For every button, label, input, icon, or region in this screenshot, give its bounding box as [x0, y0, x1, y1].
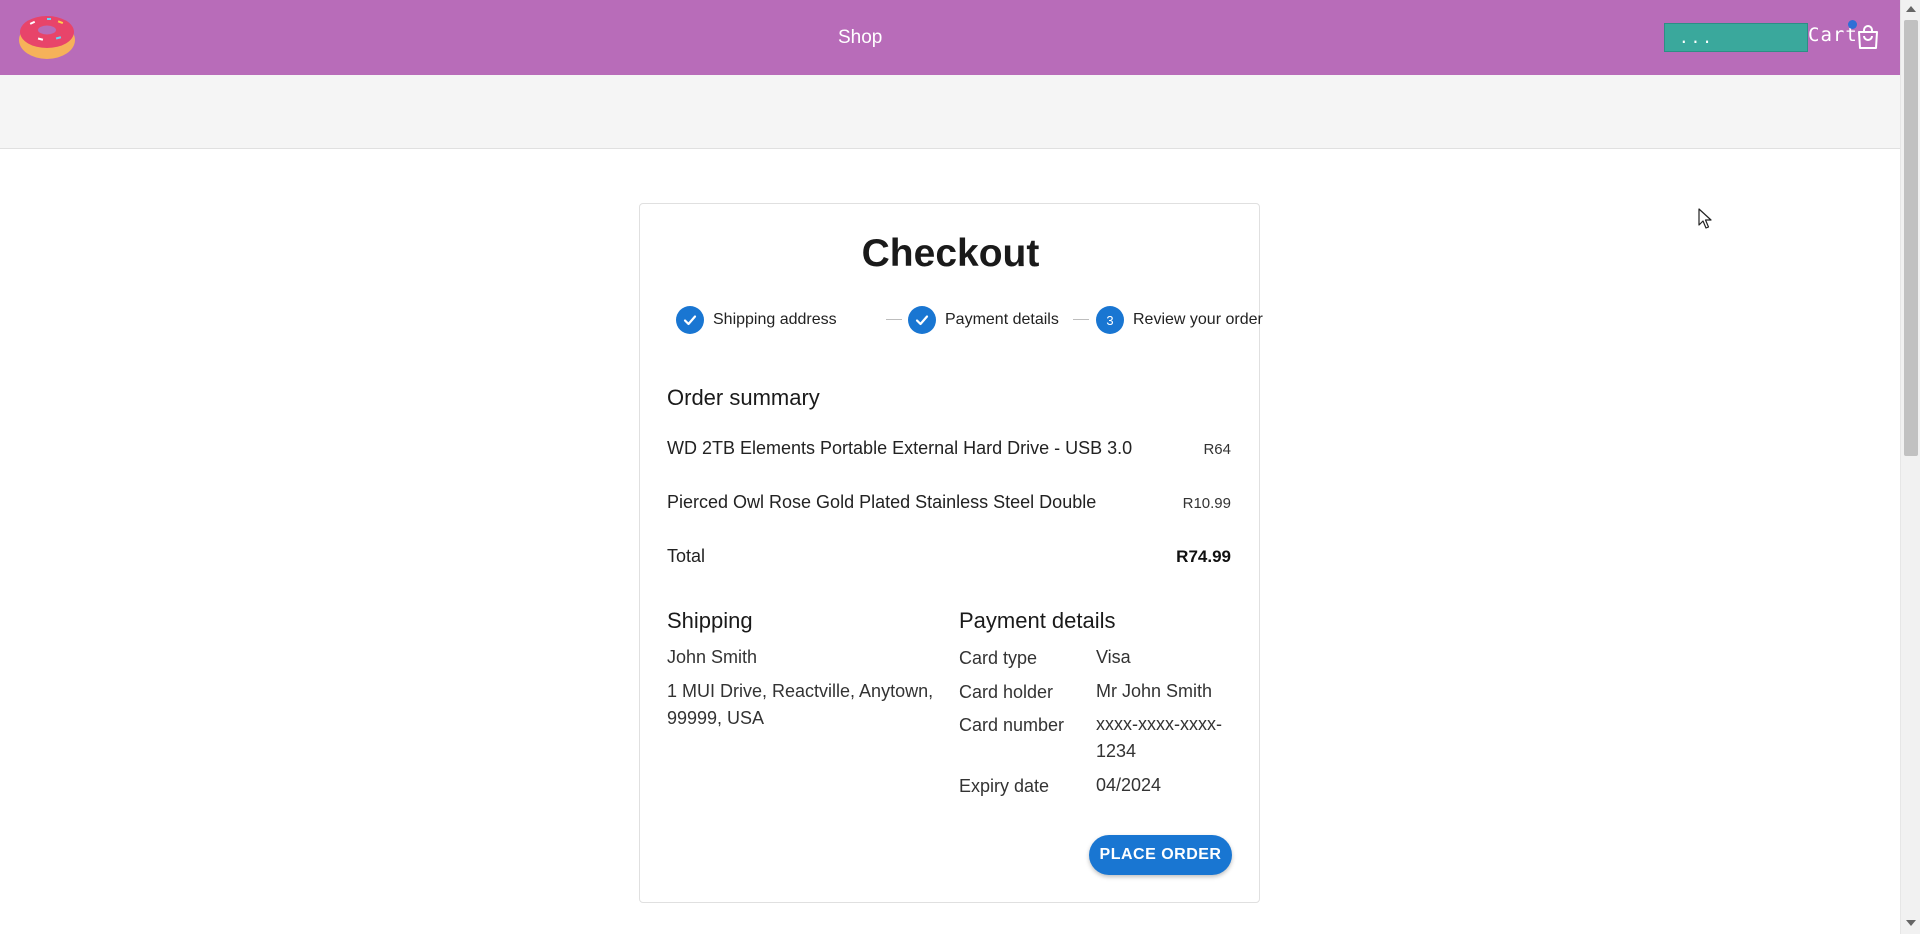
sub-header-bar: [0, 75, 1900, 149]
step-label: Review your order: [1133, 311, 1263, 328]
scroll-down-arrow-icon[interactable]: [1906, 920, 1916, 926]
payment-label: Expiry date: [959, 776, 1050, 796]
list-item: Pierced Owl Rose Gold Plated Stainless S…: [667, 492, 1231, 513]
step-connector: [1073, 319, 1089, 320]
item-price: R10.99: [1182, 495, 1231, 512]
item-name: Pierced Owl Rose Gold Plated Stainless S…: [667, 492, 1097, 512]
shipping-address: 1 MUI Drive, Reactville, Anytown, 99999,…: [667, 681, 934, 728]
step-shipping-address: Shipping address: [676, 306, 837, 334]
payment-label: Card number: [959, 715, 1065, 735]
checkout-card: Checkout Shipping address Payment detail…: [639, 203, 1263, 903]
app-header: Shop ... Cart: [0, 0, 1900, 75]
shopping-bag-icon[interactable]: [1856, 24, 1880, 50]
item-price: R64: [1203, 441, 1231, 458]
payment-value: xxxx-xxxx-xxxx-1234: [1096, 714, 1222, 761]
total-row: Total R74.99: [667, 546, 1231, 567]
payment-details-heading: Payment details: [959, 608, 1116, 633]
step-number-badge: 3: [1096, 306, 1124, 334]
step-label: Shipping address: [713, 311, 837, 328]
check-icon: [908, 306, 936, 334]
shipping-heading: Shipping: [667, 608, 753, 633]
checkout-stepper: Shipping address Payment details 3 Revie…: [676, 306, 1263, 334]
order-summary-heading: Order summary: [667, 385, 820, 410]
shop-nav-link[interactable]: Shop: [838, 27, 882, 49]
step-label: Payment details: [945, 311, 1059, 328]
check-icon: [676, 306, 704, 334]
search-input[interactable]: ...: [1664, 23, 1808, 52]
scroll-up-arrow-icon[interactable]: [1906, 6, 1916, 12]
donut-logo-icon[interactable]: [18, 10, 76, 60]
payment-label: Card holder: [959, 682, 1054, 702]
payment-value: 04/2024: [1096, 775, 1162, 795]
step-connector: [886, 319, 902, 320]
step-payment-details: Payment details: [908, 306, 1059, 334]
place-order-button[interactable]: PLACE ORDER: [1089, 835, 1232, 875]
total-value: R74.99: [1176, 547, 1231, 566]
payment-value: Mr John Smith: [1096, 681, 1213, 701]
mouse-cursor-icon: [1698, 208, 1712, 229]
page-scrollbar[interactable]: [1900, 0, 1920, 934]
payment-value: Visa: [1096, 647, 1131, 667]
payment-label: Card type: [959, 648, 1038, 668]
page-title: Checkout: [861, 232, 1040, 275]
step-review-order: 3 Review your order: [1096, 306, 1263, 334]
cart-badge: [1848, 20, 1857, 29]
total-label: Total: [667, 546, 706, 566]
item-name: WD 2TB Elements Portable External Hard D…: [667, 438, 1133, 458]
shipping-name: John Smith: [667, 647, 758, 667]
list-item: WD 2TB Elements Portable External Hard D…: [667, 438, 1231, 459]
scrollbar-thumb[interactable]: [1904, 20, 1918, 456]
